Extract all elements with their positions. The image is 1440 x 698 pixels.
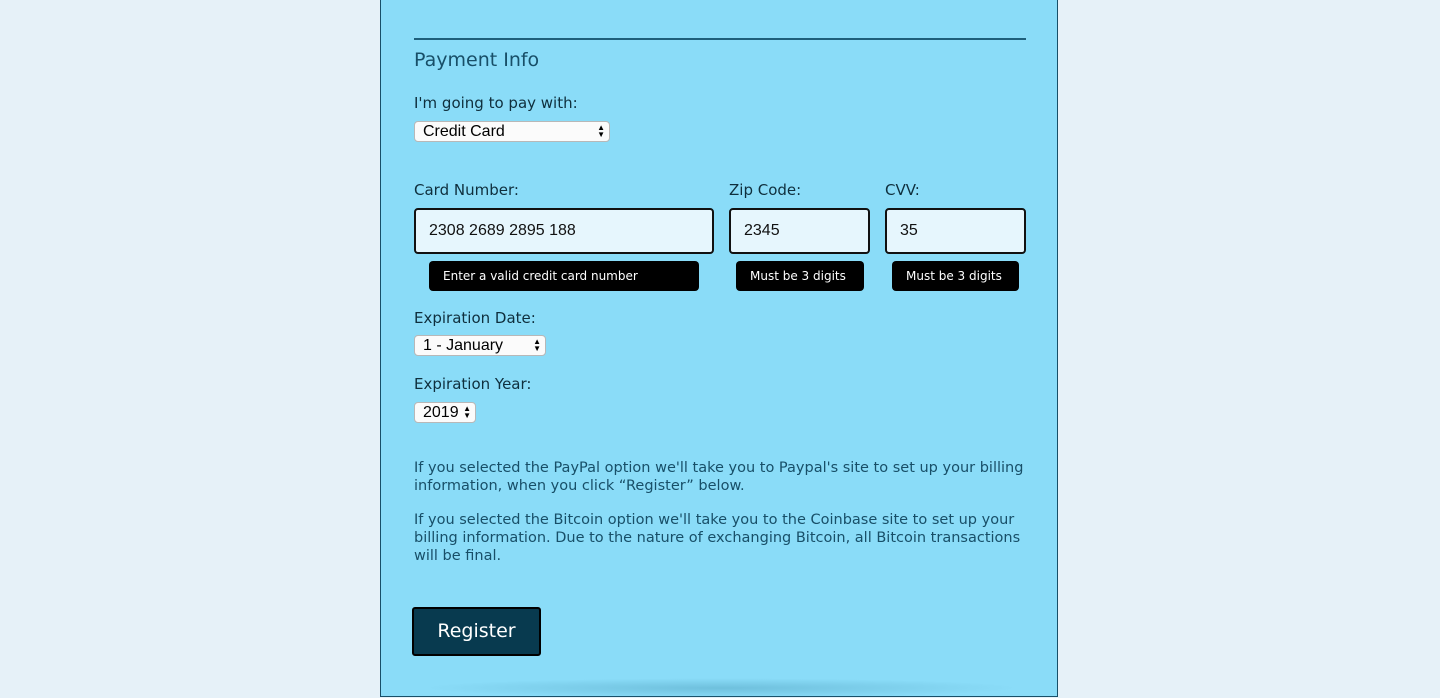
payment-info-legend: Payment Info xyxy=(414,49,540,71)
payment-method-value: Credit Card xyxy=(423,123,505,140)
expiration-date-select[interactable]: 1 - January ▲ ▼ xyxy=(414,335,546,356)
section-divider xyxy=(414,38,1026,40)
select-arrows-icon: ▲ ▼ xyxy=(597,123,605,139)
zip-code-error-tooltip: Must be 3 digits xyxy=(736,261,864,291)
expiration-date-label: Expiration Date: xyxy=(414,309,536,327)
paypal-info-text: If you selected the PayPal option we'll … xyxy=(414,460,1024,494)
cvv-field[interactable]: 35 xyxy=(885,208,1026,254)
cvv-error-tooltip: Must be 3 digits xyxy=(892,261,1019,291)
panel-bottom-shadow xyxy=(421,678,1021,698)
cvv-label: CVV: xyxy=(885,181,920,199)
zip-code-field[interactable]: 2345 xyxy=(729,208,870,254)
expiration-date-value: 1 - January xyxy=(423,337,504,354)
payment-panel: Payment Info I'm going to pay with: Cred… xyxy=(380,0,1058,698)
select-arrows-icon: ▲ ▼ xyxy=(463,404,471,420)
payment-method-label: I'm going to pay with: xyxy=(414,94,578,112)
payment-method-select[interactable]: Credit Card ▲ ▼ xyxy=(414,121,610,142)
card-number-label: Card Number: xyxy=(414,181,519,199)
register-button[interactable]: Register xyxy=(412,607,541,656)
zip-code-label: Zip Code: xyxy=(729,181,802,199)
expiration-year-label: Expiration Year: xyxy=(414,375,532,393)
expiration-year-select[interactable]: 2019 ▲ ▼ xyxy=(414,402,476,423)
card-number-field[interactable]: 2308 2689 2895 188 xyxy=(414,208,714,254)
card-number-error-tooltip: Enter a valid credit card number xyxy=(429,261,699,291)
bitcoin-info-text: If you selected the Bitcoin option we'll… xyxy=(414,512,1021,564)
select-arrows-icon: ▲ ▼ xyxy=(533,337,541,353)
expiration-year-value: 2019 xyxy=(423,404,459,421)
